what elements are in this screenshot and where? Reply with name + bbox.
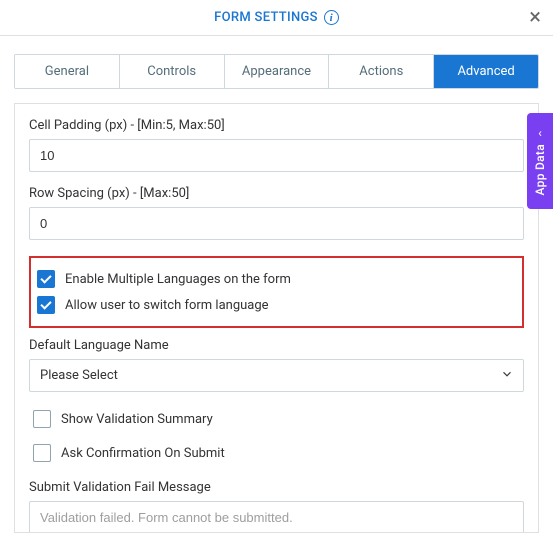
multi-lang-checkbox[interactable] xyxy=(37,270,55,288)
dialog-header: FORM SETTINGS i × xyxy=(0,0,553,36)
ask-confirm-checkbox[interactable] xyxy=(33,444,51,462)
multi-lang-row: Enable Multiple Languages on the form xyxy=(33,266,516,292)
tab-appearance[interactable]: Appearance xyxy=(225,55,330,88)
language-highlight: Enable Multiple Languages on the form Al… xyxy=(29,256,524,328)
ask-confirm-label: Ask Confirmation On Submit xyxy=(61,446,225,461)
switch-lang-label: Allow user to switch form language xyxy=(65,298,269,313)
switch-lang-row: Allow user to switch form language xyxy=(33,292,516,318)
dialog-title: FORM SETTINGS xyxy=(214,10,318,25)
settings-panel: Cell Padding (px) - [Min:5, Max:50] Row … xyxy=(14,103,539,533)
tab-advanced[interactable]: Advanced xyxy=(434,55,538,88)
chevron-left-icon: ‹ xyxy=(538,126,542,140)
header-title-wrap: FORM SETTINGS i xyxy=(214,10,339,25)
tabs: General Controls Appearance Actions Adva… xyxy=(14,54,539,89)
close-icon[interactable]: × xyxy=(529,7,541,29)
multi-lang-label: Enable Multiple Languages on the form xyxy=(65,272,291,287)
show-validation-label: Show Validation Summary xyxy=(61,412,213,427)
submit-fail-input[interactable] xyxy=(29,501,524,533)
show-validation-row: Show Validation Summary xyxy=(29,406,524,432)
default-lang-select-wrap: Please Select xyxy=(29,359,524,392)
submit-fail-label: Submit Validation Fail Message xyxy=(29,480,524,495)
show-validation-checkbox[interactable] xyxy=(33,410,51,428)
ask-confirm-row: Ask Confirmation On Submit xyxy=(29,440,524,466)
switch-lang-checkbox[interactable] xyxy=(37,296,55,314)
cell-padding-input[interactable] xyxy=(29,139,524,172)
tab-general[interactable]: General xyxy=(15,55,120,88)
tab-actions[interactable]: Actions xyxy=(329,55,434,88)
row-spacing-label: Row Spacing (px) - [Max:50] xyxy=(29,186,524,201)
dialog-body: General Controls Appearance Actions Adva… xyxy=(0,36,553,537)
info-icon[interactable]: i xyxy=(324,10,339,25)
app-data-side-tab[interactable]: ‹ App Data xyxy=(527,113,553,209)
default-lang-select[interactable]: Please Select xyxy=(29,359,524,392)
side-tab-label: App Data xyxy=(533,144,547,196)
tab-controls[interactable]: Controls xyxy=(120,55,225,88)
default-lang-label: Default Language Name xyxy=(29,338,524,353)
row-spacing-input[interactable] xyxy=(29,207,524,240)
cell-padding-label: Cell Padding (px) - [Min:5, Max:50] xyxy=(29,118,524,133)
